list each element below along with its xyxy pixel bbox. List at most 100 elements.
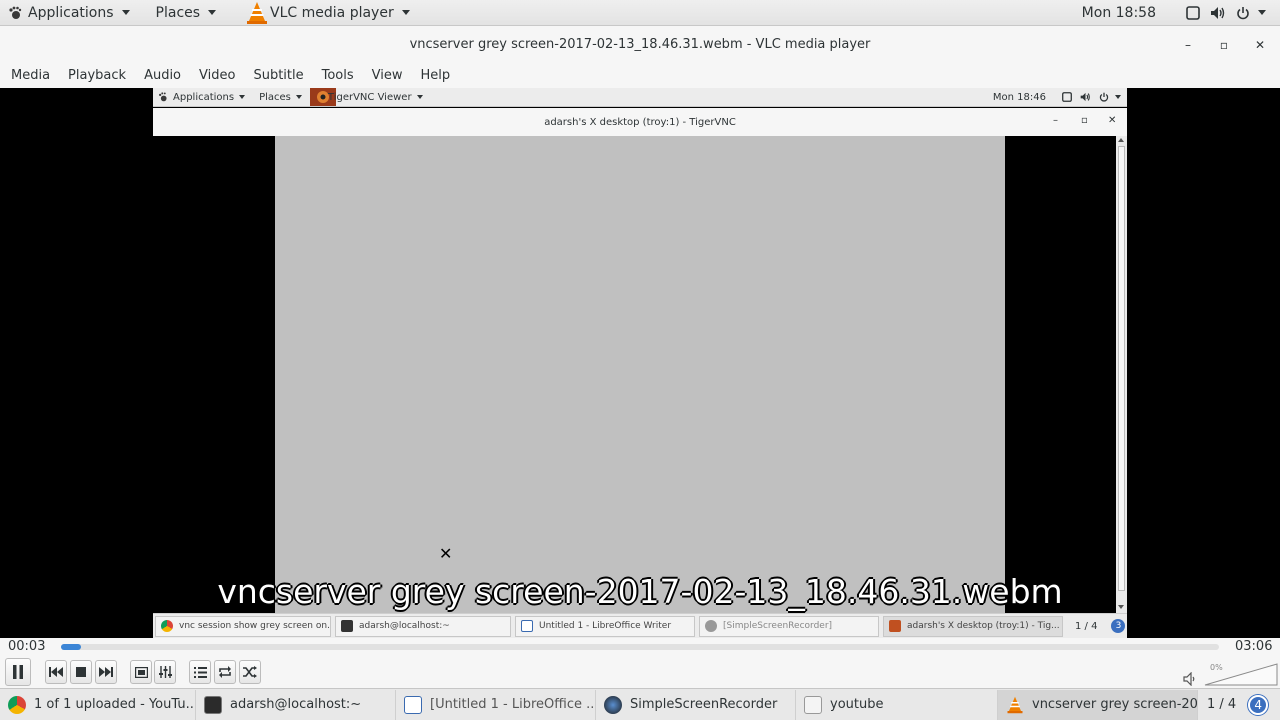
- video-area[interactable]: Applications Places TigerVNC Viewer Mon …: [0, 88, 1280, 638]
- inner-task-label: vnc session show grey screen on...: [179, 621, 331, 631]
- fullscreen-button[interactable]: [130, 660, 152, 684]
- inner-close-icon: ✕: [1108, 115, 1117, 126]
- inner-maximize-icon: ▫: [1081, 115, 1088, 126]
- task-label: adarsh@localhost:~: [230, 697, 362, 712]
- task-label: SimpleScreenRecorder: [630, 697, 778, 712]
- scroll-thumb: [1118, 146, 1125, 591]
- chevron-down-icon: [295, 95, 302, 99]
- gnome-foot-icon: [9, 6, 22, 19]
- shuffle-icon: [243, 666, 257, 678]
- maximize-button[interactable]: ▫: [1206, 26, 1242, 63]
- volume-icon: [1080, 92, 1090, 102]
- inner-clock-label: Mon 18:46: [992, 91, 1046, 103]
- clock[interactable]: Mon 18:58: [1074, 0, 1164, 26]
- inner-task-writer: Untitled 1 - LibreOffice Writer: [515, 615, 695, 637]
- app-menu[interactable]: VLC media player: [238, 0, 418, 26]
- inner-task-chrome: vnc session show grey screen on...: [155, 615, 331, 637]
- speaker-icon[interactable]: [1183, 672, 1197, 686]
- task-terminal[interactable]: adarsh@localhost:~: [196, 689, 396, 720]
- menu-help[interactable]: Help: [412, 68, 460, 83]
- system-tray[interactable]: [1178, 0, 1280, 26]
- close-button[interactable]: ✕: [1242, 26, 1278, 63]
- workspace-badge[interactable]: 4: [1248, 694, 1269, 715]
- inner-app-name-label: TigerVNC Viewer: [327, 91, 412, 103]
- applications-menu[interactable]: Applications: [0, 0, 138, 26]
- window-icon: [1186, 5, 1200, 20]
- shuffle-button[interactable]: [239, 660, 261, 684]
- close-icon: ✕: [1254, 37, 1266, 52]
- task-vlc[interactable]: vncserver grey screen-20...: [998, 689, 1198, 720]
- pause-button[interactable]: [5, 658, 31, 686]
- previous-button[interactable]: [45, 660, 67, 684]
- menu-tools[interactable]: Tools: [313, 68, 363, 83]
- playlist-button[interactable]: [189, 660, 211, 684]
- inner-scrollbar: [1116, 136, 1127, 613]
- inner-task-recorder: [SimpleScreenRecorder]: [699, 615, 879, 637]
- inner-task-terminal: adarsh@localhost:~: [335, 615, 511, 637]
- workspace-pager[interactable]: 1 / 4: [1207, 697, 1236, 712]
- chrome-icon: [161, 620, 173, 632]
- window-icon: [1062, 92, 1072, 102]
- chevron-down-icon: [208, 10, 217, 15]
- seek-row: 00:03 03:06: [0, 638, 1280, 656]
- extended-settings-button[interactable]: [154, 660, 176, 684]
- loop-button[interactable]: [214, 660, 236, 684]
- task-label: 1 of 1 uploaded - YouTu...: [34, 697, 196, 712]
- places-menu[interactable]: Places: [148, 0, 225, 26]
- next-button[interactable]: [95, 660, 117, 684]
- inner-task-tigervnc: adarsh's X desktop (troy:1) - Tig...: [883, 615, 1063, 637]
- inner-window-title: adarsh's X desktop (troy:1) - TigerVNC: [544, 116, 736, 128]
- window-list: 1 of 1 uploaded - YouTu... adarsh@localh…: [0, 688, 1280, 720]
- task-label: vncserver grey screen-20...: [1032, 697, 1198, 712]
- chrome-icon: [8, 695, 26, 714]
- vnc-grey-screen: [275, 136, 1005, 613]
- gnome-top-bar: Applications Places VLC media player Mon…: [0, 0, 1280, 26]
- chevron-down-icon: [401, 10, 410, 15]
- terminal-icon: [204, 695, 222, 714]
- menu-playback[interactable]: Playback: [59, 68, 135, 83]
- minimize-button[interactable]: –: [1170, 26, 1206, 63]
- inner-applications-label: Applications: [173, 91, 235, 103]
- writer-icon: [404, 695, 422, 714]
- mouse-cursor-icon: ✕: [439, 544, 453, 563]
- menu-media[interactable]: Media: [2, 68, 59, 83]
- inner-task-label: adarsh@localhost:~: [359, 621, 450, 631]
- menu-subtitle[interactable]: Subtitle: [244, 68, 312, 83]
- task-recorder[interactable]: SimpleScreenRecorder: [596, 689, 796, 720]
- seek-bar[interactable]: [61, 644, 1219, 650]
- power-icon: [1237, 6, 1249, 19]
- pause-icon: [13, 665, 23, 679]
- time-elapsed[interactable]: 00:03: [8, 639, 45, 654]
- menu-audio[interactable]: Audio: [135, 68, 190, 83]
- maximize-icon: ▫: [1219, 37, 1229, 52]
- volume-label: 0%: [1210, 663, 1223, 672]
- recorder-icon: [705, 620, 717, 632]
- stop-button[interactable]: [70, 660, 92, 684]
- volume-slider[interactable]: 0%: [1204, 662, 1278, 686]
- applications-label: Applications: [28, 4, 114, 21]
- menu-video[interactable]: Video: [190, 68, 244, 83]
- window-titlebar[interactable]: vncserver grey screen-2017-02-13_18.46.3…: [0, 26, 1280, 63]
- inner-taskbar: vnc session show grey screen on... adars…: [153, 613, 1127, 638]
- inner-minimize-icon: –: [1053, 115, 1058, 126]
- skip-forward-icon: [99, 667, 113, 677]
- video-frame: Applications Places TigerVNC Viewer Mon …: [153, 88, 1127, 638]
- menu-bar: Media Playback Audio Video Subtitle Tool…: [0, 63, 1280, 88]
- stop-icon: [76, 667, 86, 677]
- menu-view[interactable]: View: [363, 68, 412, 83]
- window-title: vncserver grey screen-2017-02-13_18.46.3…: [409, 37, 871, 52]
- power-icon: [1099, 92, 1109, 102]
- scroll-up-icon: [1118, 138, 1124, 142]
- task-chrome[interactable]: 1 of 1 uploaded - YouTu...: [0, 689, 196, 720]
- controls-row: 0%: [0, 656, 1280, 688]
- skip-back-icon: [49, 667, 63, 677]
- task-writer[interactable]: [Untitled 1 - LibreOffice ...: [396, 689, 596, 720]
- video-subtitle: vncserver grey screen-2017-02-13_18.46.3…: [217, 572, 1063, 611]
- time-total[interactable]: 03:06: [1235, 639, 1272, 654]
- chevron-down-icon: [1258, 10, 1266, 15]
- chevron-down-icon: [239, 95, 246, 99]
- app-name-label: VLC media player: [270, 4, 394, 21]
- task-youtube[interactable]: youtube: [796, 689, 998, 720]
- document-icon: [804, 695, 822, 714]
- terminal-icon: [341, 620, 353, 632]
